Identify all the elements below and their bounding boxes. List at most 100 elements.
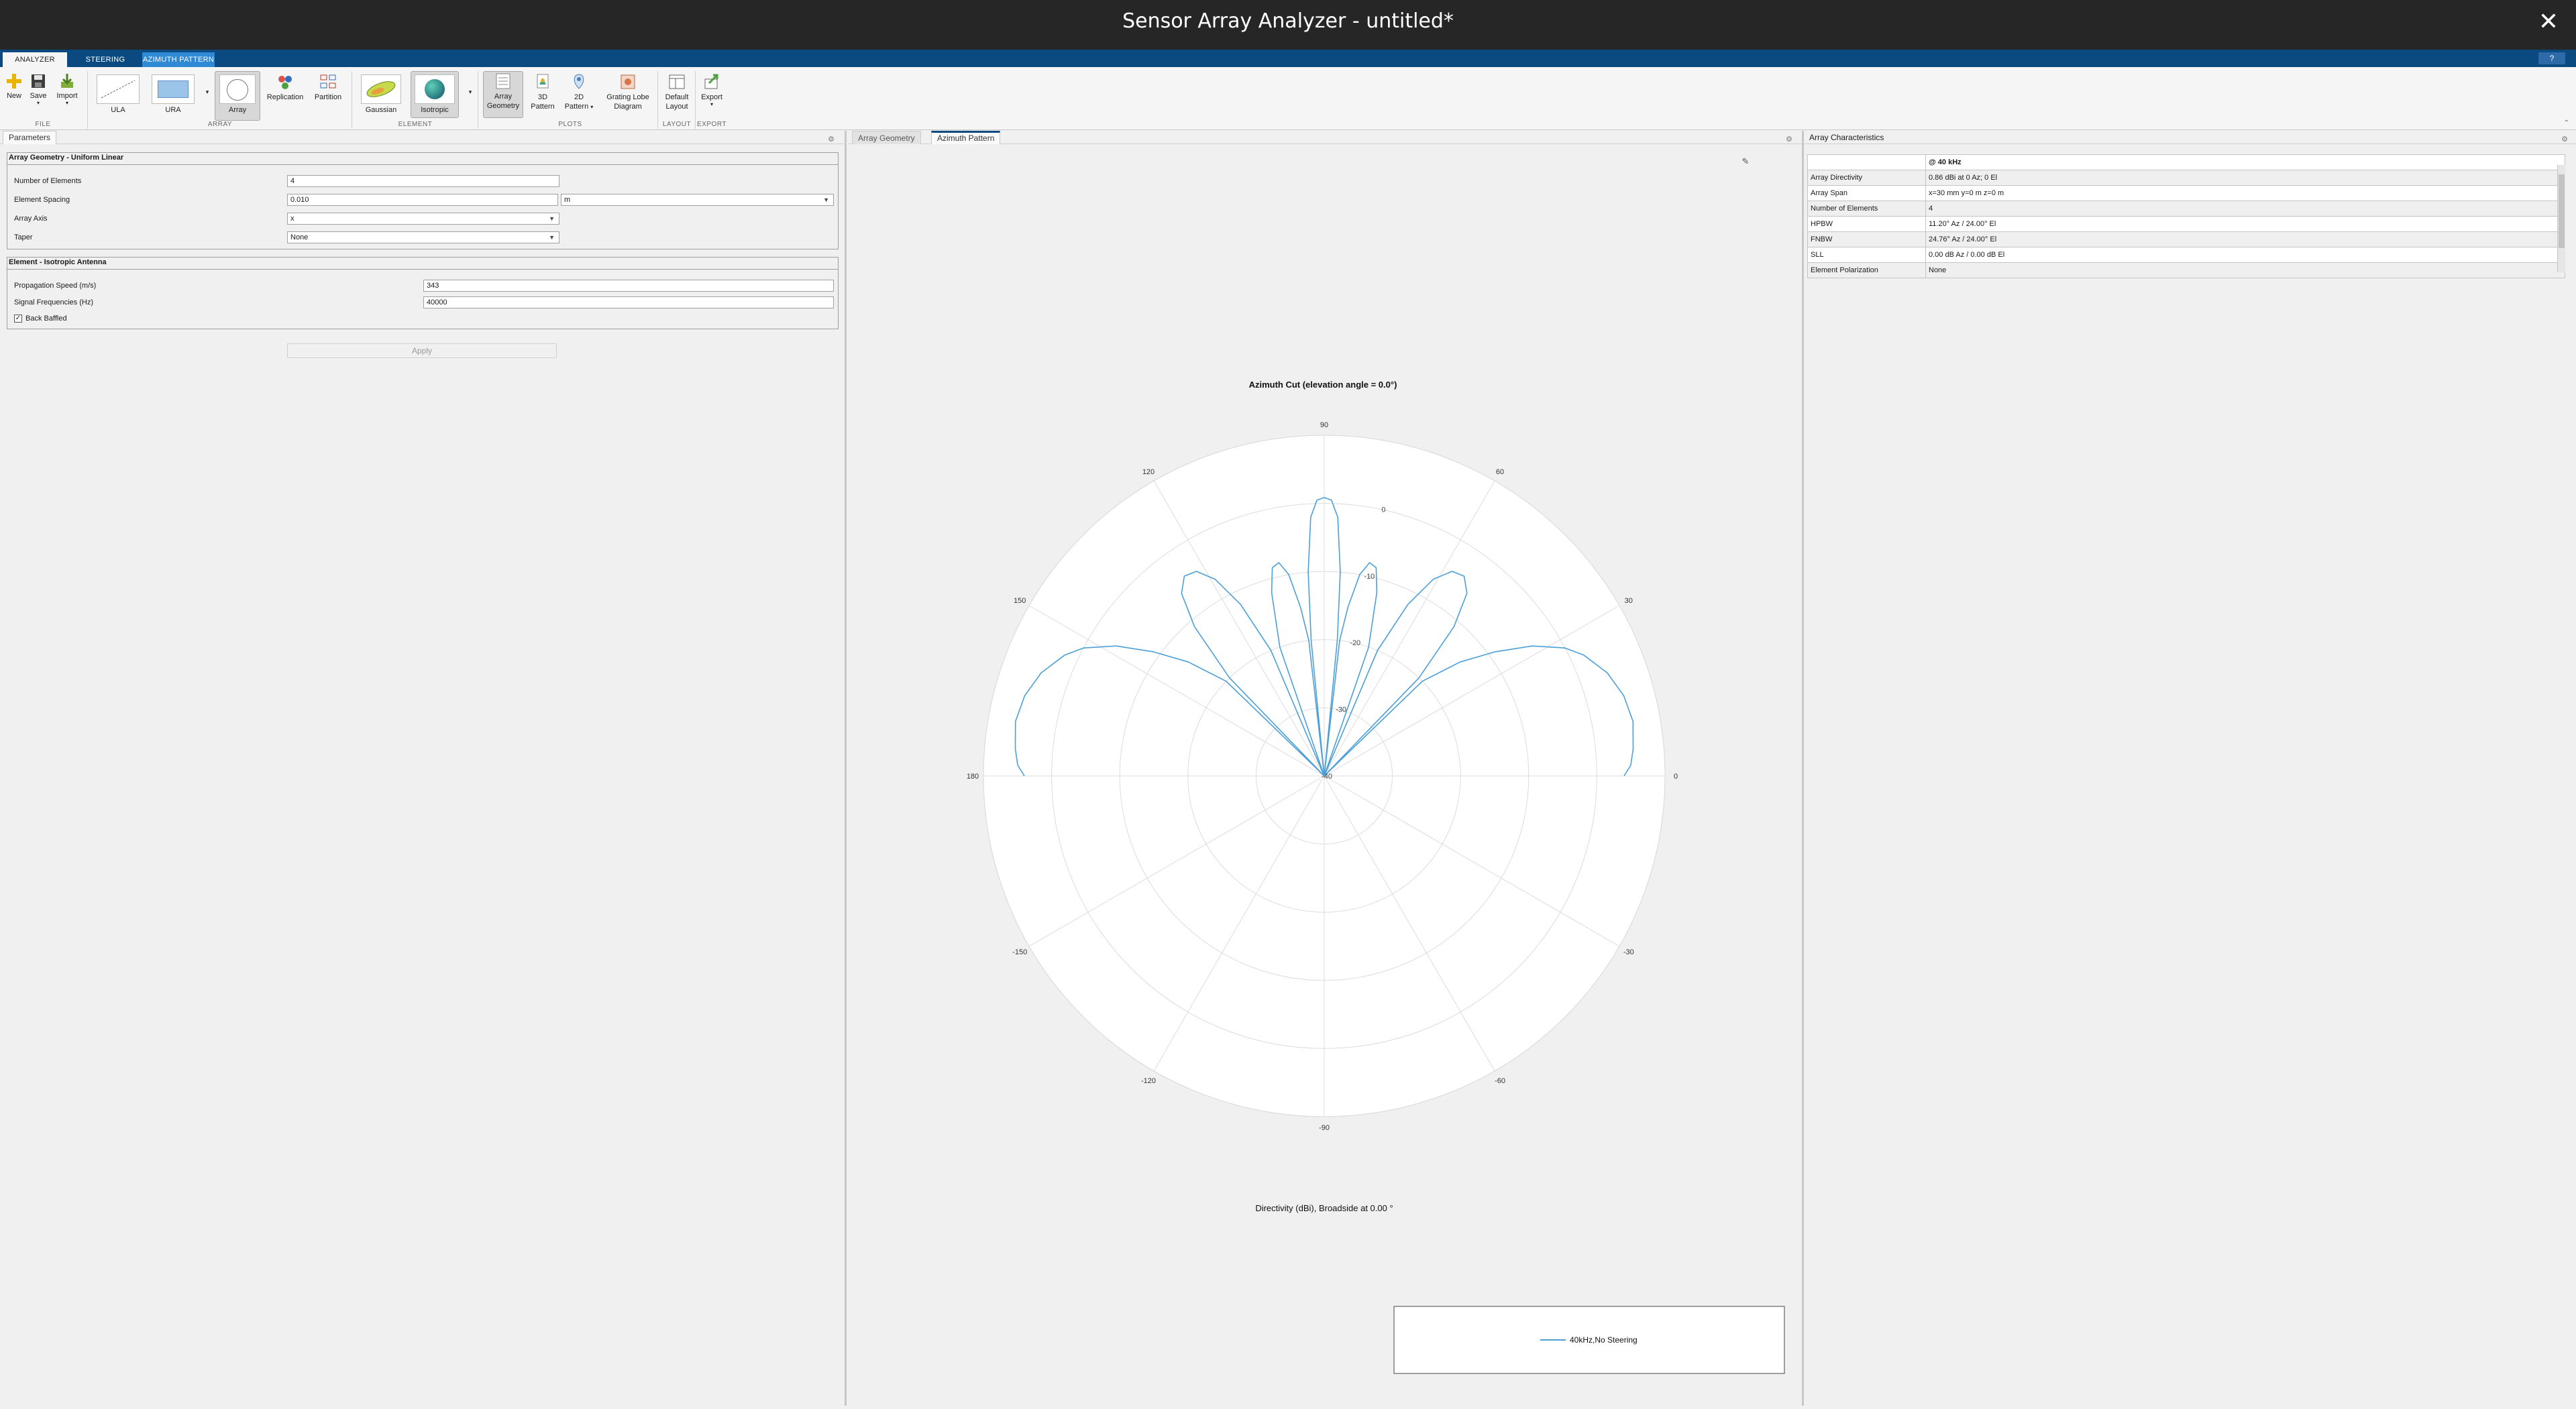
ura-button[interactable]: URA	[148, 71, 199, 118]
characteristics-table: @ 40 kHz Array Directivity 0.86 dBi at 0 …	[1807, 154, 2565, 278]
array-geometry-group-title: Array Geometry - Uniform Linear	[9, 154, 124, 162]
row-key: SLL	[1807, 247, 1926, 263]
gaussian-button[interactable]: Gaussian	[357, 71, 405, 118]
element-group-title: Element - Isotropic Antenna	[9, 258, 107, 266]
array-gallery-dropdown-icon[interactable]: ▾	[203, 87, 212, 97]
table-row: HPBW 11.20° Az / 24.00° El	[1807, 216, 2565, 232]
parameters-panel: Parameters ⚙ Array Geometry - Uniform Li…	[0, 131, 844, 1406]
section-plots: PLOTS	[558, 121, 582, 128]
taper-value: None	[290, 233, 309, 241]
array-button[interactable]: Array	[215, 71, 260, 121]
row-key: Array Span	[1807, 185, 1926, 201]
help-icon[interactable]: ?	[2538, 52, 2565, 64]
table-row: Array Span x=30 mm y=0 m z=0 m	[1807, 185, 2565, 201]
num-elements-field[interactable]: 4	[287, 175, 559, 187]
panel-options-icon[interactable]: ⚙	[828, 133, 835, 146]
back-baffled-checkbox[interactable]: ✓	[14, 315, 22, 323]
partition-button[interactable]: Partition	[309, 72, 347, 102]
table-row: Array Directivity 0.86 dBi at 0 Az; 0 El	[1807, 170, 2565, 186]
array-geometry-group: Array Geometry - Uniform Linear Number o…	[7, 152, 839, 249]
panel-splitter[interactable]	[845, 131, 847, 1406]
angle-tick-label: 180	[967, 773, 979, 781]
array-geometry-icon	[496, 73, 511, 89]
2d-pattern-label-2: Pattern	[564, 103, 589, 111]
apply-button[interactable]: Apply	[287, 343, 557, 358]
grating-lobe-label-2: Diagram	[614, 103, 642, 111]
divider	[695, 71, 696, 129]
new-button[interactable]: New	[3, 72, 25, 101]
panel-options-icon[interactable]: ⚙	[1786, 133, 1792, 146]
tab-azimuth-pattern[interactable]: AZIMUTH PATTERN	[142, 52, 215, 67]
array-geometry-button[interactable]: Array Geometry	[483, 71, 523, 118]
row-value: 0.86 dBi at 0 Az; 0 El	[1925, 170, 2565, 186]
ura-icon	[152, 74, 195, 104]
ribbon-tab-strip: ANALYZER STEERING AZIMUTH PATTERN ?	[0, 50, 2576, 67]
tab-array-geometry[interactable]: Array Geometry	[852, 131, 921, 144]
radial-tick-label: -20	[1350, 639, 1360, 647]
spacing-unit-value: m	[564, 196, 571, 204]
export-button[interactable]: Export ▾	[698, 72, 726, 107]
row-value: None	[1925, 262, 2565, 278]
close-icon[interactable]: ✕	[2538, 9, 2559, 34]
angle-tick-label: 90	[1320, 421, 1328, 429]
row-key: FNBW	[1807, 231, 1926, 247]
save-icon	[32, 74, 45, 88]
tab-azimuth-pattern-plot[interactable]: Azimuth Pattern	[931, 131, 1001, 144]
2d-pattern-button[interactable]: 2D Pattern ▾	[562, 72, 596, 112]
default-layout-icon	[669, 74, 685, 89]
3d-pattern-button[interactable]: 3D Pattern	[526, 72, 559, 111]
plot-panel-header: Array Geometry Azimuth Pattern ⚙	[848, 131, 1802, 144]
gaussian-label: Gaussian	[365, 106, 397, 114]
replication-button[interactable]: Replication	[263, 72, 307, 102]
table-corner-cell	[1807, 154, 1926, 170]
element-spacing-label: Element Spacing	[14, 196, 70, 204]
plot-edit-icon[interactable]: ✎	[1742, 156, 1750, 166]
array-axis-value: x	[290, 215, 294, 223]
scrollbar-thumb[interactable]	[2559, 174, 2565, 248]
angle-tick-label: 0	[1674, 773, 1678, 781]
angle-tick-label: -30	[1623, 948, 1634, 956]
section-element: ELEMENT	[398, 121, 433, 128]
table-scrollbar[interactable]	[2557, 165, 2565, 272]
azimuth-polar-chart[interactable]: ✎ Azimuth Cut (elevation angle = 0.0°) 0…	[848, 148, 1802, 1406]
import-dropdown-icon[interactable]: ▾	[54, 101, 80, 106]
element-group: Element - Isotropic Antenna Propagation …	[7, 257, 839, 329]
default-layout-button[interactable]: Default Layout	[660, 72, 694, 111]
save-button[interactable]: Save ▾	[27, 72, 50, 106]
save-label: Save	[30, 92, 47, 100]
panel-options-icon[interactable]: ⚙	[2561, 133, 2568, 146]
element-gallery-dropdown-icon[interactable]: ▾	[466, 87, 475, 97]
gaussian-antenna-icon	[361, 74, 401, 104]
save-dropdown-icon[interactable]: ▾	[27, 101, 50, 106]
tab-steering[interactable]: STEERING	[75, 52, 136, 67]
tab-parameters[interactable]: Parameters	[3, 131, 57, 144]
signal-frequencies-label: Signal Frequencies (Hz)	[14, 298, 93, 306]
spacing-unit-dropdown[interactable]: m ▼	[561, 194, 834, 206]
chart-title: Azimuth Cut (elevation angle = 0.0°)	[1249, 380, 1397, 390]
tab-analyzer[interactable]: ANALYZER	[3, 52, 67, 67]
array-axis-dropdown[interactable]: x ▼	[287, 213, 559, 225]
grating-lobe-diagram-button[interactable]: Grating Lobe Diagram	[600, 72, 656, 111]
toolstrip: New Save ▾ Import ▾ FILE ULA URA ▾ Array…	[0, 67, 2576, 130]
3d-pattern-label-1: 3D	[537, 93, 548, 101]
propagation-speed-label: Propagation Speed (m/s)	[14, 282, 97, 290]
ula-button[interactable]: ULA	[93, 71, 144, 118]
import-button[interactable]: Import ▾	[54, 72, 80, 106]
legend-entry: 40kHz,No Steering	[1570, 1335, 1638, 1345]
import-icon	[61, 74, 73, 88]
propagation-speed-field[interactable]: 343	[423, 280, 834, 292]
signal-frequencies-field[interactable]: 40000	[423, 296, 834, 308]
grating-lobe-icon	[621, 74, 635, 89]
isotropic-button[interactable]: Isotropic	[411, 71, 459, 118]
azimuth-plot-area: ✎ Azimuth Cut (elevation angle = 0.0°) 0…	[848, 148, 1802, 1406]
angle-tick-label: -150	[1012, 948, 1027, 956]
divider	[657, 71, 658, 129]
new-icon	[7, 74, 21, 89]
replication-label: Replication	[266, 93, 304, 101]
taper-dropdown[interactable]: None ▼	[287, 231, 559, 243]
2d-pattern-dropdown-icon[interactable]: ▾	[590, 104, 593, 110]
element-spacing-field[interactable]: 0.010	[287, 194, 558, 206]
collapse-toolstrip-icon[interactable]: ⌃	[2564, 119, 2569, 127]
angle-tick-label: 150	[1014, 597, 1026, 605]
export-dropdown-icon[interactable]: ▾	[698, 102, 726, 107]
